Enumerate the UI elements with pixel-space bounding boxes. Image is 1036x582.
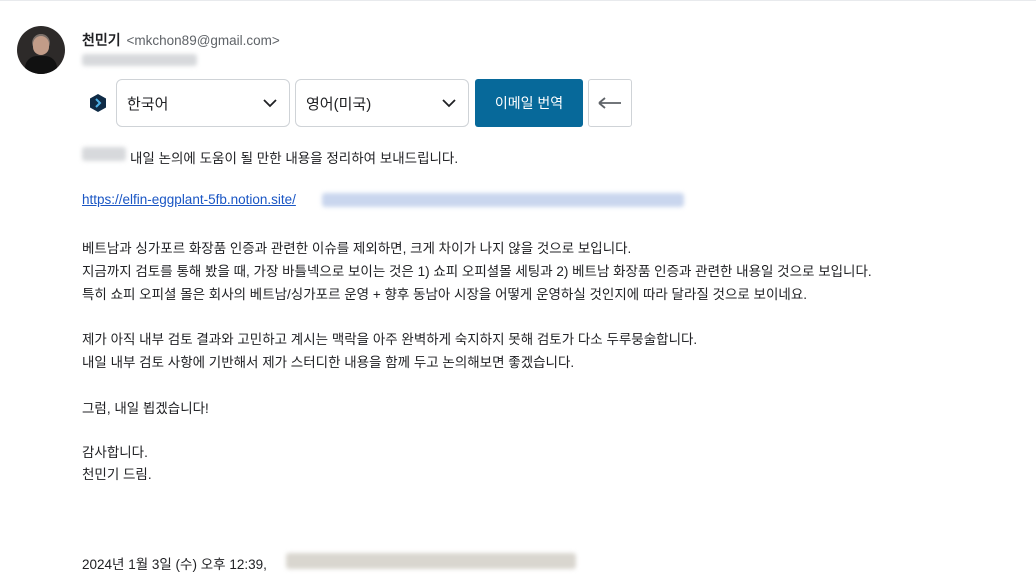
sender-name[interactable]: 천민기 <box>82 32 121 48</box>
closing-line: 그럼, 내일 뵙겠습니다! <box>82 401 209 416</box>
back-button[interactable] <box>588 79 632 127</box>
notion-link[interactable]: https://elfin-eggplant-5fb.notion.site/ <box>82 192 296 207</box>
source-language-select[interactable]: 한국어 <box>116 79 290 127</box>
redacted-link-path <box>322 193 684 207</box>
redacted-greeting <box>82 147 126 161</box>
paragraph1-line1: 베트남과 싱가포르 화장품 인증과 관련한 이슈를 제외하면, 크게 차이가 나… <box>82 241 632 256</box>
arrow-left-icon <box>598 97 621 109</box>
redacted-recipient <box>82 54 197 66</box>
avatar-face <box>33 36 49 55</box>
paragraph2-line2: 내일 내부 검토 사항에 기반해서 제가 스터디한 내용을 함께 두고 논의해보… <box>82 355 575 370</box>
paragraph1-line2: 지금까지 검토를 통해 봤을 때, 가장 바틀넥으로 보이는 것은 1) 쇼피 … <box>82 264 872 279</box>
redacted-quoted-sender <box>286 553 576 569</box>
chevron-down-icon <box>442 99 456 108</box>
sender-avatar[interactable] <box>17 26 65 74</box>
sender-email[interactable]: <mkchon89@gmail.com> <box>127 33 280 48</box>
top-divider <box>0 0 1036 1</box>
translator-logo-icon <box>90 94 106 112</box>
paragraph1-line3: 특히 쇼피 오피셜 몰은 회사의 베트남/싱가포르 운영 + 향후 동남아 시장… <box>82 287 807 302</box>
target-language-label: 영어(미국) <box>306 95 372 113</box>
translate-email-button[interactable]: 이메일 번역 <box>475 79 583 127</box>
source-language-label: 한국어 <box>127 95 169 113</box>
thanks-line: 감사합니다. <box>82 445 148 460</box>
target-language-select[interactable]: 영어(미국) <box>295 79 469 127</box>
quoted-header: 2024년 1월 3일 (수) 오후 12:39, <box>82 557 267 572</box>
signature-line: 천민기 드림. <box>82 467 152 482</box>
paragraph2-line1: 제가 아직 내부 검토 결과와 고민하고 계시는 맥락을 아주 완벽하게 숙지하… <box>82 332 698 347</box>
chevron-down-icon <box>263 99 277 108</box>
sender-line: 천민기 <mkchon89@gmail.com> <box>82 30 280 50</box>
avatar-shirt <box>25 56 57 74</box>
intro-text: 내일 논의에 도움이 될 만한 내용을 정리하여 보내드립니다. <box>130 151 459 166</box>
